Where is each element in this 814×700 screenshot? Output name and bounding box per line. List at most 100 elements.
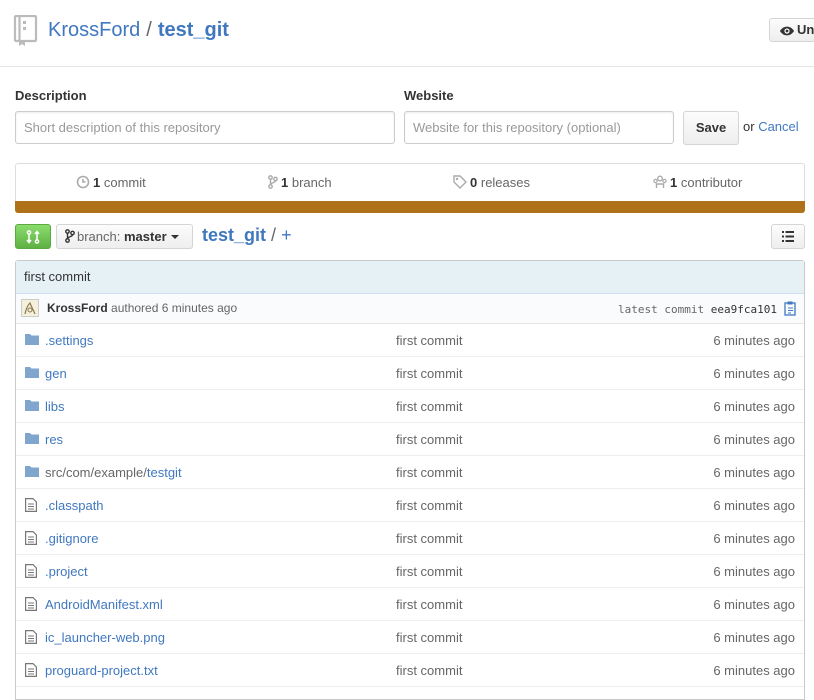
file-name-link[interactable]: .settings <box>45 333 93 348</box>
directory-icon <box>25 399 39 414</box>
list-view-button[interactable] <box>771 224 805 249</box>
directory-icon <box>25 333 39 348</box>
description-label: Description <box>15 88 87 103</box>
file-name-link[interactable]: ic_launcher-web.png <box>45 630 165 645</box>
history-icon <box>76 175 90 189</box>
file-commit-message[interactable]: first commit <box>396 564 462 579</box>
file-name: .project <box>45 564 88 579</box>
breadcrumb: test_git / + <box>202 225 292 246</box>
commit-title[interactable]: first commit <box>16 261 804 294</box>
list-icon <box>782 231 794 242</box>
repo-book-icon <box>13 14 39 50</box>
branch-icon <box>268 175 278 189</box>
file-name-link[interactable]: .project <box>45 564 88 579</box>
numbers-summary: 1 commit 1 branch 0 releases 1 contribut… <box>15 163 805 201</box>
releases-count[interactable]: 0 releases <box>453 175 530 190</box>
file-age: 6 minutes ago <box>713 399 795 414</box>
commit-meta: KrossFord authored 6 minutes ago latest … <box>16 294 804 324</box>
directory-icon <box>25 465 39 480</box>
file-name-link[interactable]: res <box>45 432 63 447</box>
file-row[interactable]: .project first commit 6 minutes ago <box>16 555 804 588</box>
file-row[interactable]: res first commit 6 minutes ago <box>16 423 804 456</box>
file-name-link[interactable]: src/com/example/testgit <box>45 465 182 480</box>
compare-button[interactable] <box>15 224 51 249</box>
file-icon <box>25 564 37 581</box>
caret-down-icon <box>170 235 179 239</box>
file-icon <box>25 630 37 647</box>
contributors-number: 1 <box>670 175 678 190</box>
tag-icon <box>453 175 467 189</box>
file-icon <box>25 531 37 548</box>
file-commit-message[interactable]: first commit <box>396 399 462 414</box>
file-name: ic_launcher-web.png <box>45 630 165 645</box>
file-commit-message[interactable]: first commit <box>396 465 462 480</box>
website-label: Website <box>404 88 454 103</box>
avatar[interactable] <box>21 299 39 317</box>
branches-count[interactable]: 1 branch <box>268 175 332 190</box>
file-age: 6 minutes ago <box>713 597 795 612</box>
organization-icon <box>653 175 667 188</box>
clipboard-icon[interactable] <box>784 301 797 319</box>
file-commit-message[interactable]: first commit <box>396 630 462 645</box>
commit-action: authored 6 minutes ago <box>111 301 238 315</box>
repo-name-link[interactable]: test_git <box>158 19 229 41</box>
file-icon <box>25 597 37 614</box>
file-name: testgit <box>146 465 182 480</box>
add-file-link[interactable]: + <box>281 225 292 245</box>
description-input[interactable] <box>15 111 395 144</box>
file-commit-message[interactable]: first commit <box>396 531 462 546</box>
file-row[interactable]: proguard-project.txt first commit 6 minute… <box>16 654 804 687</box>
file-listing: first commit KrossFord authored 6 minute… <box>15 260 805 700</box>
file-name-link[interactable]: proguard-project.txt <box>45 663 158 678</box>
file-name-link[interactable]: .gitignore <box>45 531 98 546</box>
file-name-link[interactable]: gen <box>45 366 67 381</box>
file-name-link[interactable]: libs <box>45 399 65 414</box>
repo-owner-link[interactable]: KrossFord <box>48 19 140 41</box>
file-commit-message[interactable]: first commit <box>396 432 462 447</box>
file-age: 6 minutes ago <box>713 498 795 513</box>
website-input[interactable] <box>404 111 674 144</box>
file-commit-message[interactable]: first commit <box>396 597 462 612</box>
branches-label: branch <box>291 175 332 190</box>
file-row[interactable]: AndroidManifest.xml first commit 6 minutes… <box>16 588 804 621</box>
file-name: .gitignore <box>45 531 99 546</box>
contributors-count[interactable]: 1 contributor <box>653 175 742 190</box>
releases-number: 0 <box>470 175 478 190</box>
cancel-link[interactable]: Cancel <box>758 119 798 134</box>
file-row[interactable]: .classpath first commit 6 minutes ago <box>16 489 804 522</box>
commit-sha-link[interactable]: eea9fca101 <box>711 303 777 316</box>
breadcrumb-root[interactable]: test_git <box>202 225 266 245</box>
file-commit-message[interactable]: first commit <box>396 498 462 513</box>
directory-icon <box>25 432 39 447</box>
commits-count[interactable]: 1 commit <box>76 175 146 190</box>
file-row[interactable]: .settings first commit 6 minutes ago <box>16 324 804 357</box>
unwatch-button[interactable]: Unwatch <box>769 18 814 42</box>
branch-select-button[interactable]: branch: master <box>56 224 193 249</box>
file-commit-message[interactable]: first commit <box>396 366 462 381</box>
file-row[interactable]: gen first commit 6 minutes ago <box>16 357 804 390</box>
file-commit-message[interactable]: first commit <box>396 333 462 348</box>
latest-commit: latest commit eea9fca101 <box>618 303 777 316</box>
file-row[interactable]: ic_launcher-web.png first commit 6 minutes… <box>16 621 804 654</box>
commits-label: commit <box>103 175 146 190</box>
commit-author-line: KrossFord authored 6 minutes ago <box>47 301 237 315</box>
branches-number: 1 <box>281 175 289 190</box>
file-age: 6 minutes ago <box>713 432 795 447</box>
contributors-label: contributor <box>680 175 743 190</box>
file-name-link[interactable]: AndroidManifest.xml <box>45 597 163 612</box>
file-name: AndroidManifest.xml <box>45 597 163 612</box>
file-row[interactable]: libs first commit 6 minutes ago <box>16 390 804 423</box>
file-age: 6 minutes ago <box>713 366 795 381</box>
commit-author-link[interactable]: KrossFord <box>47 301 108 315</box>
breadcrumb-separator: / <box>271 225 277 245</box>
or-text: or <box>743 119 755 134</box>
latest-commit-label: latest commit <box>618 303 705 316</box>
file-row[interactable]: .gitignore first commit 6 minutes ago <box>16 522 804 555</box>
file-row[interactable]: src/com/example/testgit first commit 6 min… <box>16 456 804 489</box>
file-name-link[interactable]: .classpath <box>45 498 104 513</box>
save-button[interactable]: Save <box>683 111 739 145</box>
file-commit-message[interactable]: first commit <box>396 663 462 678</box>
file-name: .settings <box>45 333 94 348</box>
language-bar[interactable] <box>15 201 805 213</box>
branch-icon <box>65 229 75 243</box>
